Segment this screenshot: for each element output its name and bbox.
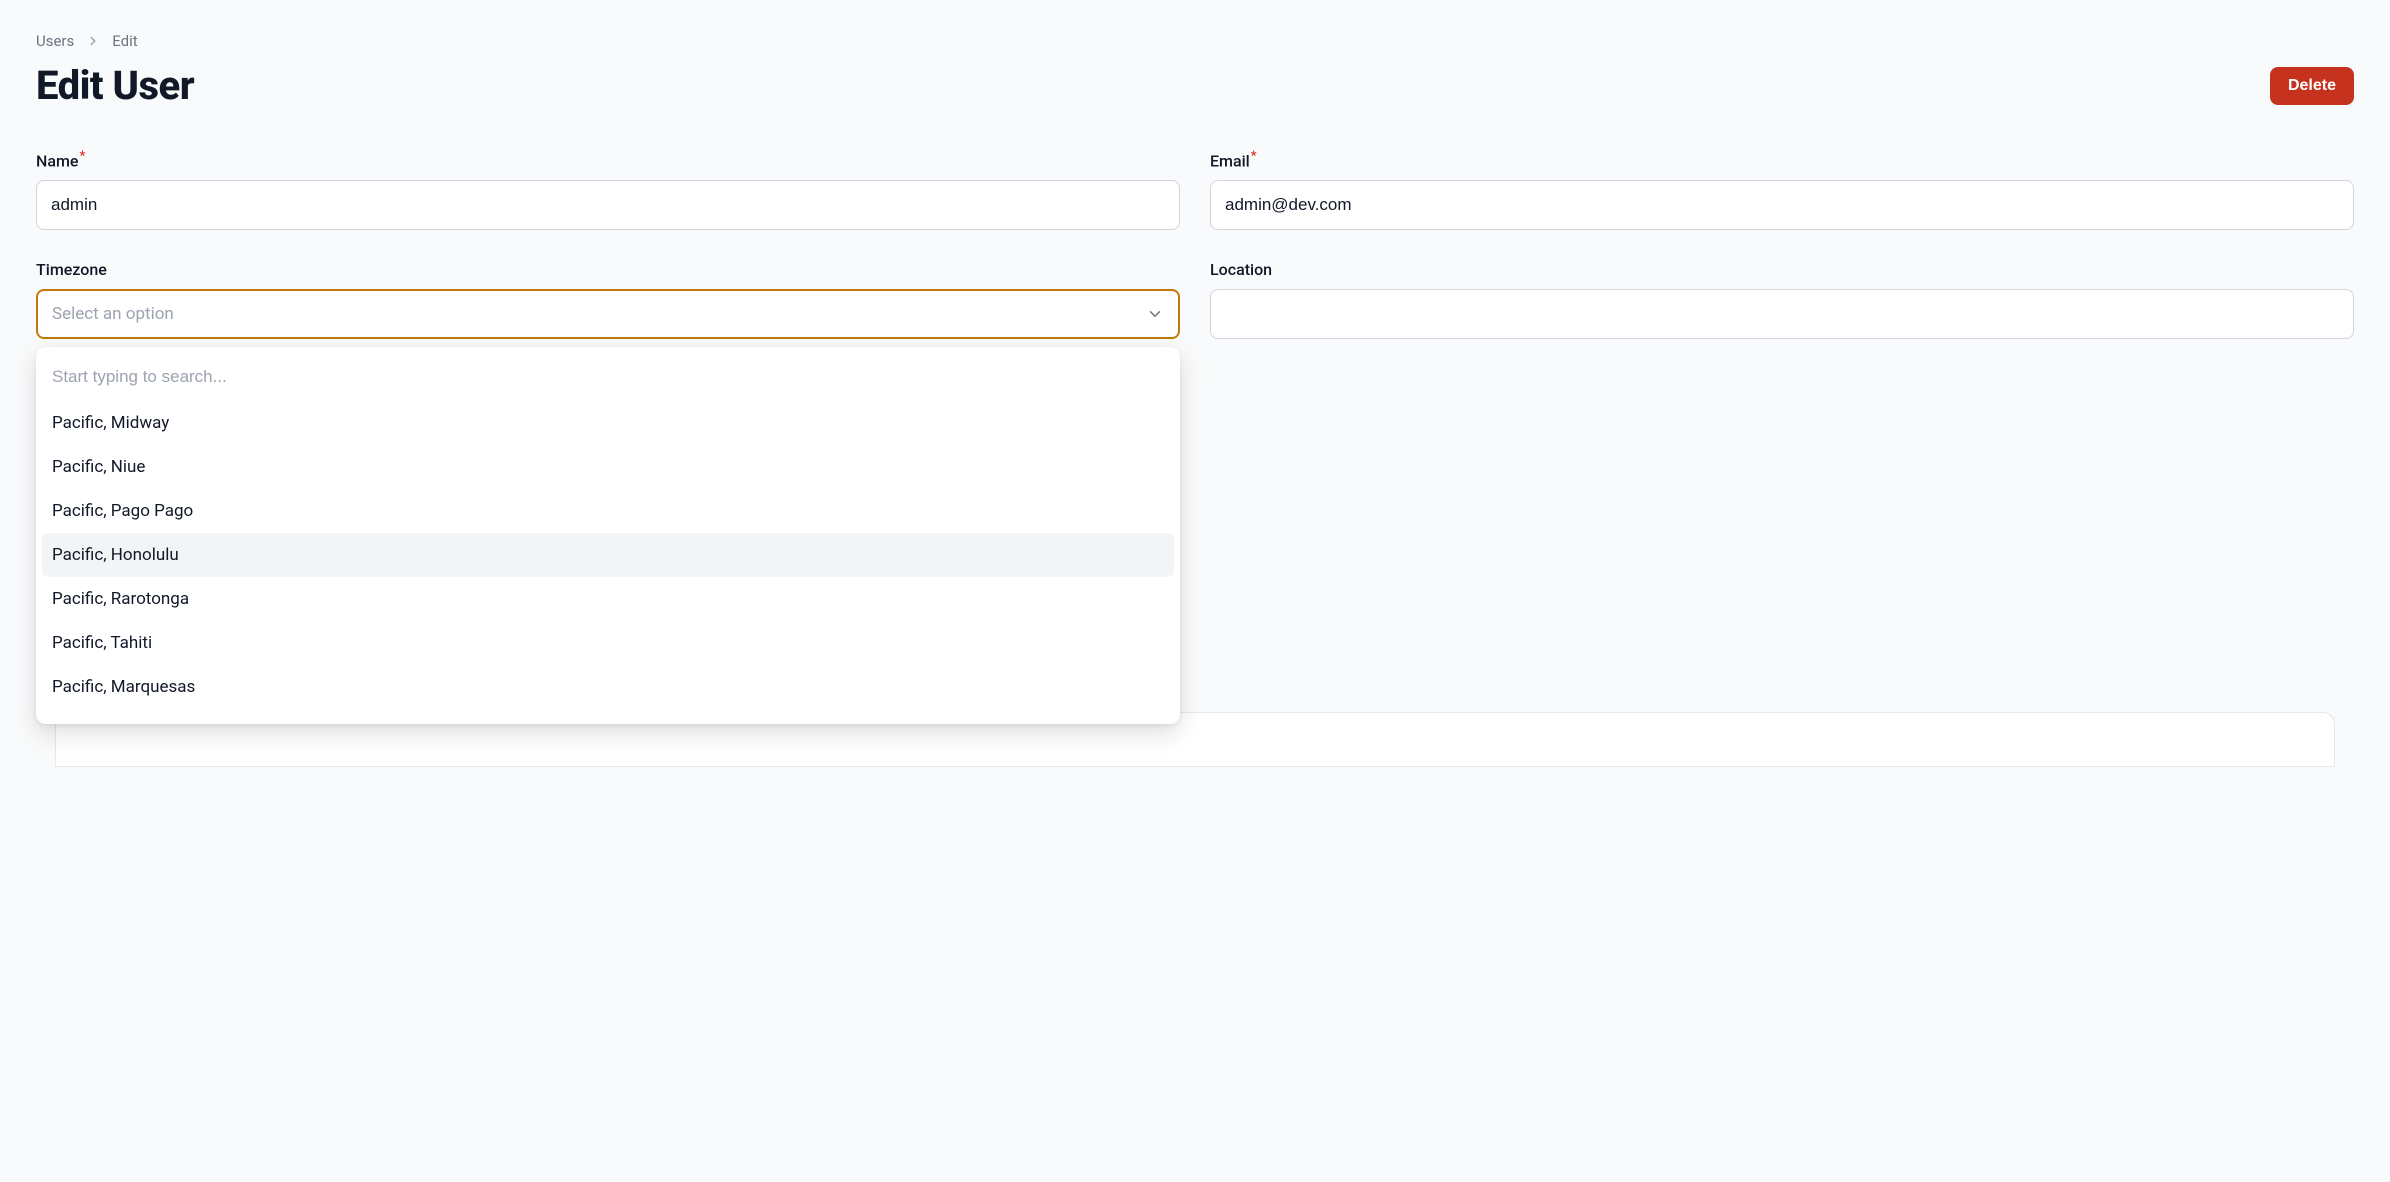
chevron-right-icon	[86, 34, 100, 48]
chevron-down-icon	[1146, 305, 1164, 323]
edit-user-form: Name* Email* Timezone Select an option P…	[36, 149, 2354, 339]
timezone-options-list: Pacific, MidwayPacific, NiuePacific, Pag…	[42, 401, 1174, 709]
timezone-option[interactable]: Pacific, Marquesas	[42, 665, 1174, 709]
email-group: Email*	[1210, 149, 2354, 230]
page-title: Edit User	[36, 62, 194, 109]
name-label-text: Name	[36, 151, 78, 170]
email-input[interactable]	[1210, 180, 2354, 230]
breadcrumb-parent[interactable]: Users	[36, 32, 74, 50]
timezone-search-input[interactable]	[42, 353, 1174, 401]
name-label: Name*	[36, 149, 1180, 170]
name-input[interactable]	[36, 180, 1180, 230]
name-group: Name*	[36, 149, 1180, 230]
email-label-text: Email	[1210, 151, 1250, 170]
timezone-select-wrapper: Select an option Pacific, MidwayPacific,…	[36, 289, 1180, 339]
breadcrumb-current: Edit	[112, 32, 137, 50]
required-asterisk: *	[1251, 149, 1257, 164]
timezone-option[interactable]: Pacific, Midway	[42, 401, 1174, 445]
delete-button[interactable]: Delete	[2270, 67, 2354, 105]
email-label: Email*	[1210, 149, 2354, 170]
timezone-option[interactable]: Pacific, Honolulu	[42, 533, 1174, 577]
location-group: Location	[1210, 260, 2354, 339]
timezone-group: Timezone Select an option Pacific, Midwa…	[36, 260, 1180, 339]
timezone-select[interactable]: Select an option	[36, 289, 1180, 339]
timezone-option[interactable]: Pacific, Pago Pago	[42, 489, 1174, 533]
location-label: Location	[1210, 260, 2354, 279]
required-asterisk: *	[79, 149, 85, 164]
timezone-option[interactable]: Pacific, Tahiti	[42, 621, 1174, 665]
timezone-option[interactable]: Pacific, Rarotonga	[42, 577, 1174, 621]
breadcrumb: Users Edit	[36, 32, 2354, 50]
timezone-label: Timezone	[36, 260, 1180, 279]
location-input[interactable]	[1210, 289, 2354, 339]
page-header: Edit User Delete	[36, 62, 2354, 109]
timezone-option[interactable]: Pacific, Niue	[42, 445, 1174, 489]
timezone-placeholder: Select an option	[52, 304, 174, 324]
timezone-dropdown: Pacific, MidwayPacific, NiuePacific, Pag…	[36, 347, 1180, 724]
